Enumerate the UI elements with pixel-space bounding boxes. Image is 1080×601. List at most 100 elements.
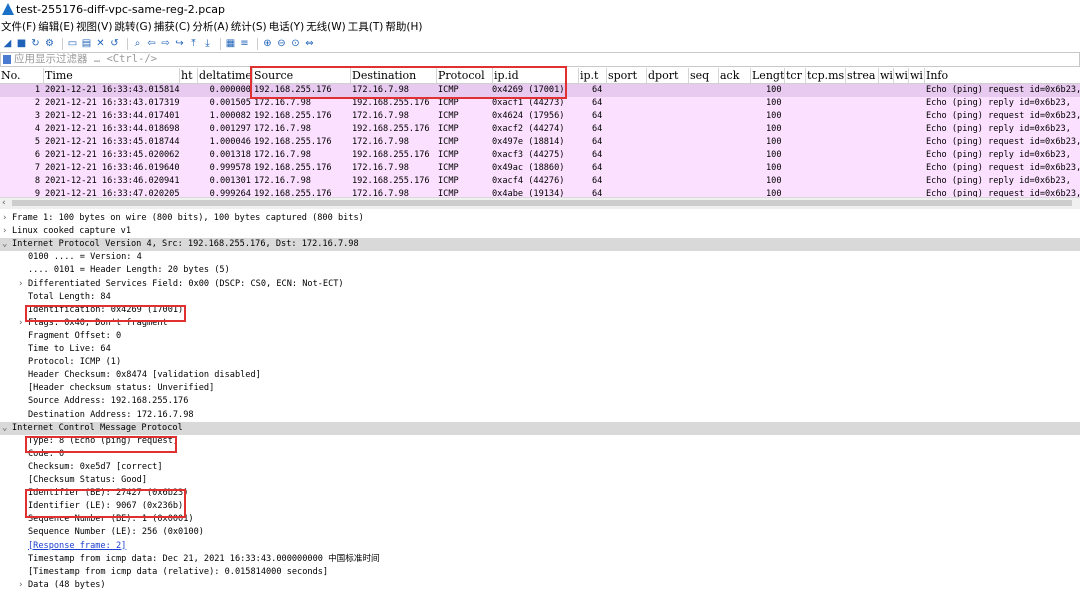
column-header-seq[interactable]: seq [690, 68, 718, 83]
detail-line[interactable]: Source Address: 192.168.255.176 [18, 395, 188, 408]
collapse-arrow-icon[interactable]: ⌄ [2, 238, 12, 251]
column-header-time[interactable]: Time [45, 68, 179, 83]
detail-line[interactable]: [Timestamp from icmp data (relative): 0.… [18, 566, 328, 579]
detail-line[interactable]: Fragment Offset: 0 [18, 330, 121, 343]
menu-statistics[interactable]: 统计(S) [230, 19, 268, 35]
detail-line[interactable]: › Differentiated Services Field: 0x00 (DS… [18, 278, 344, 291]
column-header-wi[interactable]: wi [895, 68, 908, 83]
packet-row[interactable]: 3 2021-12-21 16:33:44.017401 1.000082 192.1… [0, 110, 1080, 123]
column-header-lengt[interactable]: Lengt [752, 68, 784, 83]
column-separator[interactable] [784, 68, 785, 83]
bookmark-filter-icon[interactable] [3, 55, 11, 64]
menu-help[interactable]: 帮助(H) [384, 19, 423, 35]
column-header-no-[interactable]: No. [1, 68, 43, 83]
detail-line[interactable]: Checksum: 0xe5d7 [correct] [18, 461, 163, 474]
expand-arrow-icon[interactable]: › [2, 212, 12, 225]
detail-line[interactable]: ⌄ Internet Protocol Version 4, Src: 192.1… [0, 238, 1080, 252]
collapse-arrow-icon[interactable]: ⌄ [2, 422, 12, 435]
display-filter-bar[interactable]: 应用显示过滤器 … <Ctrl-/> [0, 52, 1080, 67]
detail-line[interactable]: Header Checksum: 0x8474 [validation disa… [18, 369, 261, 382]
column-separator[interactable] [893, 68, 894, 83]
menu-go[interactable]: 跳转(G) [113, 19, 152, 35]
reload-icon[interactable]: ↺ [109, 38, 120, 49]
column-header-info[interactable]: Info [926, 68, 1078, 83]
column-separator[interactable] [179, 68, 180, 83]
column-separator[interactable] [646, 68, 647, 83]
column-separator[interactable] [805, 68, 806, 83]
search-icon[interactable]: ⌕ [132, 38, 143, 49]
first-packet-icon[interactable]: ⤒ [188, 38, 199, 49]
column-separator[interactable] [43, 68, 44, 83]
stop-square-icon[interactable]: ■ [16, 38, 27, 49]
menu-telephony[interactable]: 电话(Y) [268, 19, 306, 35]
column-separator[interactable] [878, 68, 879, 83]
column-header-sport[interactable]: sport [608, 68, 646, 83]
scroll-thumb[interactable] [12, 200, 1072, 206]
packet-list-hscrollbar[interactable]: ‹ [0, 197, 1080, 209]
packet-row[interactable]: 7 2021-12-21 16:33:46.019640 0.999578 192.1… [0, 162, 1080, 175]
menu-wireless[interactable]: 无线(W) [305, 19, 347, 35]
column-separator[interactable] [606, 68, 607, 83]
scroll-left-icon[interactable]: ‹ [2, 198, 6, 208]
back-arrow-icon[interactable]: ⇦ [146, 38, 157, 49]
close-file-icon[interactable]: ✕ [95, 38, 106, 49]
detail-line[interactable]: [Response frame: 2] [18, 540, 126, 553]
autoscroll-icon[interactable]: ▦ [225, 38, 236, 49]
restart-icon[interactable]: ↻ [30, 38, 41, 49]
zoom-reset-icon[interactable]: ⊙ [290, 38, 301, 49]
expand-arrow-icon[interactable]: › [2, 225, 12, 238]
detail-line[interactable]: Total Length: 84 [18, 291, 111, 304]
column-separator[interactable] [908, 68, 909, 83]
expand-arrow-icon[interactable]: › [18, 278, 28, 291]
column-separator[interactable] [924, 68, 925, 83]
column-header-ack[interactable]: ack [720, 68, 750, 83]
detail-line[interactable]: [Checksum Status: Good] [18, 474, 147, 487]
zoom-out-icon[interactable]: ⊖ [276, 38, 287, 49]
resize-columns-icon[interactable]: ⇔ [304, 38, 315, 49]
detail-line[interactable]: Sequence Number (LE): 256 (0x0100) [18, 526, 204, 539]
menu-analyze[interactable]: 分析(A) [191, 19, 229, 35]
menu-capture[interactable]: 捕获(C) [153, 19, 192, 35]
response-frame-link[interactable]: [Response frame: 2] [28, 541, 126, 551]
open-folder-icon[interactable]: ▭ [67, 38, 78, 49]
column-header-dport[interactable]: dport [648, 68, 688, 83]
forward-arrow-icon[interactable]: ⇨ [160, 38, 171, 49]
detail-line[interactable]: [Header checksum status: Unverified] [18, 382, 214, 395]
column-separator[interactable] [197, 68, 198, 83]
gear-options-icon[interactable]: ⚙ [44, 38, 55, 49]
column-header-wi[interactable]: wi [880, 68, 893, 83]
menu-view[interactable]: 视图(V) [75, 19, 113, 35]
last-packet-icon[interactable]: ⤓ [202, 38, 213, 49]
column-separator[interactable] [750, 68, 751, 83]
detail-line[interactable]: .... 0101 = Header Length: 20 bytes (5) [18, 264, 230, 277]
column-header-ip-t[interactable]: ip.t [580, 68, 606, 83]
column-header-deltatime[interactable]: deltatime [199, 68, 252, 83]
column-separator[interactable] [688, 68, 689, 83]
colorize-icon[interactable]: ≡ [239, 38, 250, 49]
column-separator[interactable] [845, 68, 846, 83]
packet-row[interactable]: 5 2021-12-21 16:33:45.018744 1.000046 192.1… [0, 136, 1080, 149]
display-filter-input[interactable]: 应用显示过滤器 … <Ctrl-/> [14, 53, 157, 66]
packet-row[interactable]: 8 2021-12-21 16:33:46.020941 0.001301 172.1… [0, 175, 1080, 188]
column-header-tcr[interactable]: tcr [786, 68, 805, 83]
detail-line[interactable]: › Data (48 bytes) [18, 579, 106, 592]
column-header-ht[interactable]: ht [181, 68, 197, 83]
save-file-icon[interactable]: ▤ [81, 38, 92, 49]
detail-line[interactable]: ⌄ Internet Control Message Protocol [0, 421, 1080, 435]
column-separator[interactable] [718, 68, 719, 83]
detail-line[interactable]: 0100 .... = Version: 4 [18, 251, 142, 264]
packet-row[interactable]: 6 2021-12-21 16:33:45.020062 0.001318 172.1… [0, 149, 1080, 162]
detail-line[interactable]: Destination Address: 172.16.7.98 [18, 409, 194, 422]
detail-line[interactable]: Time to Live: 64 [18, 343, 111, 356]
shark-fin-start-icon[interactable]: ◢ [2, 38, 13, 49]
packet-row[interactable]: 9 2021-12-21 16:33:47.020205 0.999264 192.1… [0, 188, 1080, 197]
column-header-strea[interactable]: strea [847, 68, 878, 83]
expand-arrow-icon[interactable]: › [18, 579, 28, 592]
column-header-tcp-ms[interactable]: tcp.ms [807, 68, 845, 83]
menu-file[interactable]: 文件(F) [0, 19, 37, 35]
detail-line[interactable]: Timestamp from icmp data: Dec 21, 2021 1… [18, 553, 380, 566]
detail-line[interactable]: › Frame 1: 100 bytes on wire (800 bits), … [2, 212, 364, 225]
detail-line[interactable]: › Linux cooked capture v1 [2, 225, 131, 238]
goto-packet-icon[interactable]: ↪ [174, 38, 185, 49]
column-header-wi[interactable]: wi [910, 68, 924, 83]
